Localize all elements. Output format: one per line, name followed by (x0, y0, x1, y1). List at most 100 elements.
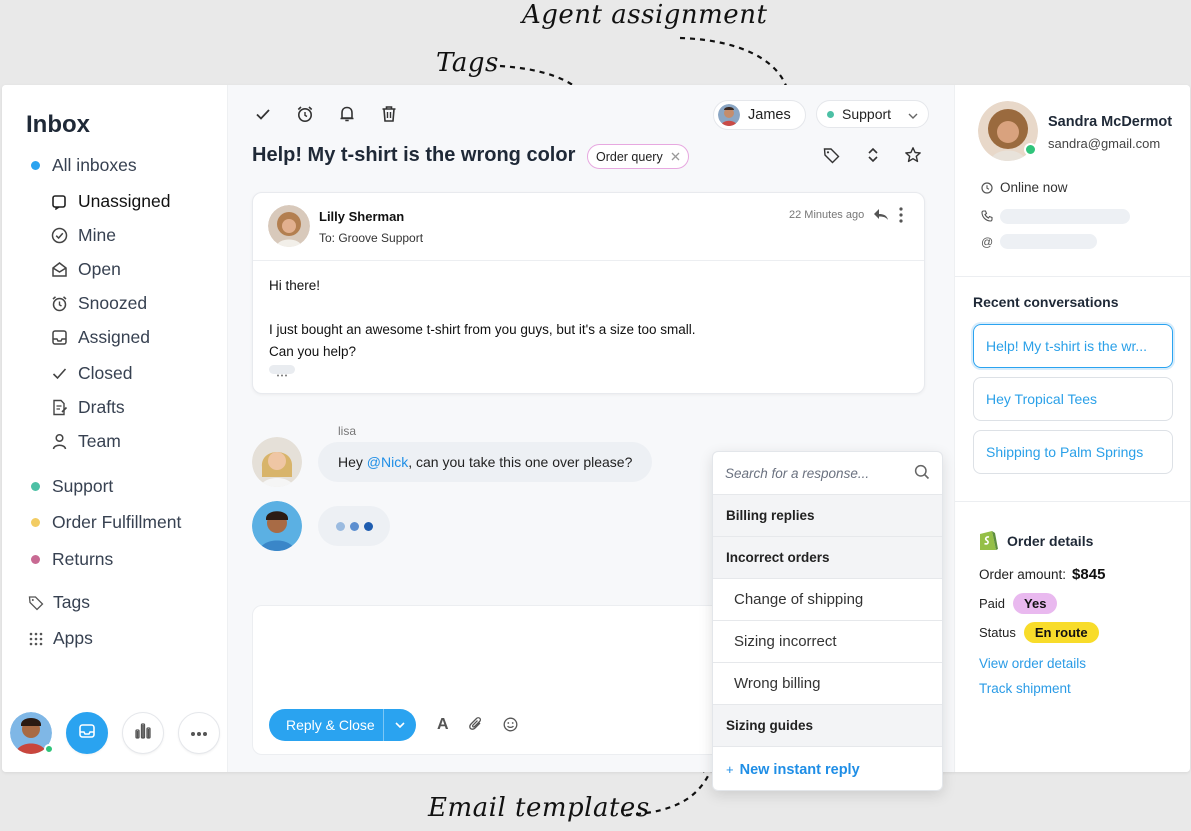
typing-dot (363, 521, 373, 531)
response-item[interactable]: Change of shipping (713, 579, 942, 621)
sidebar-item-snoozed[interactable]: Snoozed (50, 293, 147, 314)
agent-assignment-dropdown[interactable]: James (713, 100, 806, 130)
customer-email: sandra@gmail.com (1048, 136, 1161, 151)
sidebar-item-label: Support (52, 476, 114, 496)
sidebar-item-label: Open (78, 259, 121, 279)
message-line: I just bought an awesome t-shirt from yo… (269, 322, 696, 337)
sidebar-item-drafts[interactable]: Drafts (50, 397, 125, 418)
returns-dot (31, 555, 40, 564)
sidebar: Inbox All inboxes Unassigned Mine Open S… (2, 85, 228, 772)
expand-quoted-icon[interactable] (269, 365, 295, 377)
follow-bell-icon[interactable] (336, 103, 358, 125)
response-item[interactable]: Wrong billing (713, 663, 942, 705)
sidebar-item-returns[interactable]: Returns (31, 549, 113, 570)
online-status-dot (44, 744, 54, 754)
paid-row: Paid Yes (979, 593, 1058, 614)
tag-pill[interactable]: Order query (587, 144, 689, 169)
sidebar-item-label: Drafts (78, 397, 125, 417)
response-group[interactable]: Sizing guides (713, 705, 942, 747)
track-shipment-link[interactable]: Track shipment (979, 681, 1071, 696)
new-instant-reply-button[interactable]: + New instant reply (713, 747, 942, 790)
paid-label: Paid (979, 596, 1006, 611)
at-sign-icon: @ (981, 235, 994, 249)
recent-conversation-item[interactable]: Shipping to Palm Springs (973, 430, 1173, 474)
text-format-icon[interactable]: A (437, 716, 449, 734)
apps-grid-icon (27, 630, 45, 648)
status-badge: En route (1023, 622, 1099, 643)
inbox-tray-icon (50, 193, 68, 211)
reply-close-label[interactable]: Reply & Close (269, 717, 383, 733)
reply-close-button[interactable]: Reply & Close (269, 709, 416, 741)
all-inboxes-dot (31, 161, 40, 170)
sidebar-item-assigned[interactable]: Assigned (50, 327, 150, 348)
person-icon (50, 433, 68, 451)
response-search-input[interactable]: Search for a response... (725, 466, 869, 481)
reply-arrow-icon[interactable] (873, 208, 889, 226)
star-icon[interactable] (902, 144, 924, 166)
more-nav-button[interactable] (178, 712, 220, 754)
view-order-details-link[interactable]: View order details (979, 656, 1086, 671)
response-search[interactable]: Search for a response... (713, 452, 942, 495)
reports-nav-button[interactable] (122, 712, 164, 754)
sidebar-item-support[interactable]: Support (31, 476, 113, 497)
sidebar-item-label: Apps (53, 628, 93, 648)
mailbox-name: Support (842, 106, 892, 122)
checkmark-icon (50, 365, 68, 383)
sidebar-item-team[interactable]: Team (50, 431, 121, 452)
sidebar-item-unassigned[interactable]: Unassigned (50, 191, 170, 212)
response-group[interactable]: Incorrect orders (713, 537, 942, 579)
message-card: Lilly Sherman To: Groove Support 22 Minu… (252, 192, 925, 394)
response-item[interactable]: Sizing incorrect (713, 621, 942, 663)
check-circle-icon (50, 227, 68, 245)
order-fulfillment-dot (31, 518, 40, 527)
sidebar-item-label: Unassigned (78, 191, 171, 211)
recent-conversation-label: Shipping to Palm Springs (986, 444, 1144, 460)
mailbox-dropdown[interactable]: Support (816, 100, 929, 128)
chevron-down-icon[interactable] (384, 722, 416, 728)
sidebar-item-label: Mine (78, 225, 116, 245)
response-group[interactable]: Billing replies (713, 495, 942, 537)
sidebar-item-label: Closed (78, 363, 133, 383)
message-header: Lilly Sherman To: Groove Support 22 Minu… (253, 193, 924, 261)
emoji-icon[interactable] (503, 717, 518, 737)
alarm-clock-icon (50, 295, 68, 313)
trash-icon[interactable] (378, 103, 400, 125)
instant-replies-dropdown: Search for a response... Billing replies… (712, 451, 943, 791)
sidebar-item-label: Returns (52, 549, 114, 569)
add-tag-icon[interactable] (820, 144, 842, 166)
order-amount-row: Order amount: $845 (979, 566, 1105, 583)
mention-nick[interactable]: @Nick (367, 454, 408, 470)
sidebar-item-closed[interactable]: Closed (50, 363, 132, 384)
sidebar-item-all-inboxes[interactable]: All inboxes (31, 155, 137, 176)
recipient: To: Groove Support (319, 231, 424, 245)
search-icon[interactable] (914, 464, 930, 483)
note-text: Hey (338, 454, 367, 470)
status-row: Status En route (979, 622, 1099, 643)
sidebar-item-open[interactable]: Open (50, 259, 121, 280)
internal-note-bubble: Hey @Nick , can you take this one over p… (318, 442, 653, 482)
sender-name: Lilly Sherman (319, 209, 405, 224)
sidebar-item-mine[interactable]: Mine (50, 225, 116, 246)
remove-tag-icon[interactable] (671, 150, 680, 164)
recent-conversation-item[interactable]: Hey Tropical Tees (973, 377, 1173, 421)
customer-name: Sandra McDermot (1048, 114, 1173, 130)
order-details-title: Order details (1007, 533, 1094, 549)
sidebar-item-tags[interactable]: Tags (27, 592, 90, 613)
typing-indicator (318, 506, 390, 546)
snooze-alarm-icon[interactable] (294, 103, 316, 125)
close-conversation-icon[interactable] (252, 103, 274, 125)
message-menu-icon[interactable] (899, 207, 903, 228)
panel-divider (955, 276, 1190, 277)
expand-collapse-icon[interactable] (862, 144, 884, 166)
app-window: Inbox All inboxes Unassigned Mine Open S… (2, 85, 1190, 772)
sidebar-item-apps[interactable]: Apps (27, 628, 93, 649)
mailbox-dot (827, 110, 834, 118)
inbox-nav-button[interactable] (66, 712, 108, 754)
message-greeting: Hi there! (269, 278, 321, 293)
sidebar-item-order-fulfillment[interactable]: Order Fulfillment (31, 512, 181, 533)
attachment-icon[interactable] (469, 716, 483, 737)
message-line: Can you help? (269, 344, 357, 359)
assigned-tray-icon (50, 329, 68, 347)
recent-conversation-item[interactable]: Help! My t-shirt is the wr... (973, 324, 1173, 368)
panel-divider (955, 501, 1190, 502)
